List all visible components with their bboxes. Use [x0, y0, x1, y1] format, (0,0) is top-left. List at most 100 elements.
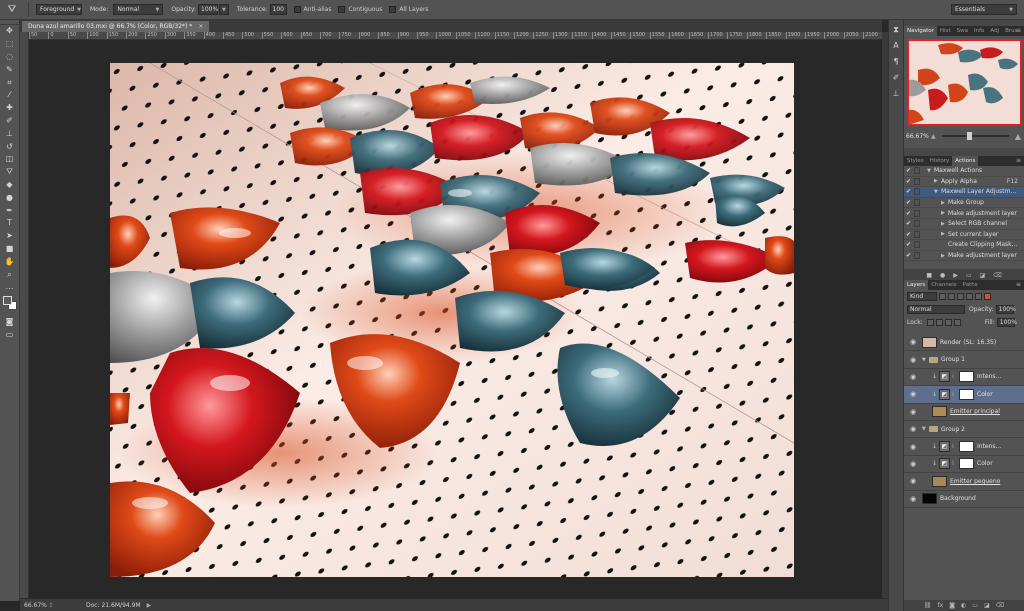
eye-icon[interactable]: ◉: [904, 443, 922, 451]
adjustment-layer-icon[interactable]: ◩: [939, 458, 950, 470]
checkmark-icon[interactable]: ✔: [904, 167, 913, 174]
checkmark-icon[interactable]: ✔: [904, 210, 913, 217]
color-swatches-icon[interactable]: [0, 294, 19, 316]
layer-row[interactable]: ◉ Emitter principal: [904, 404, 1024, 421]
layer-row[interactable]: ◉ Render (SL: 16.35): [904, 334, 1024, 352]
dialog-toggle-box[interactable]: [914, 220, 920, 228]
zoom-in-icon[interactable]: ▲: [1015, 132, 1021, 141]
new-action-icon[interactable]: ◪: [980, 272, 986, 279]
panel-menu-icon[interactable]: ≡: [1016, 157, 1021, 164]
layer-mask-thumbnail[interactable]: [959, 371, 974, 383]
shape-icon[interactable]: ■: [0, 243, 19, 256]
trash-icon[interactable]: ⌫: [993, 272, 1001, 279]
twirl-icon[interactable]: ▼: [922, 426, 929, 432]
layer-name[interactable]: Emitter principal: [950, 408, 1000, 415]
new-group-icon[interactable]: ▭: [972, 602, 978, 609]
checkmark-icon[interactable]: ✔: [904, 252, 913, 259]
layer-mask-thumbnail[interactable]: [959, 388, 974, 400]
layer-mask-thumbnail[interactable]: [959, 441, 974, 453]
eye-icon[interactable]: ◉: [904, 425, 922, 433]
action-row[interactable]: ✔ ▶ Select RGB channel: [904, 219, 1024, 230]
document-tab[interactable]: Duna azul amarillo 03.mxi @ 66.7% (Color…: [22, 21, 210, 32]
eye-icon[interactable]: ◉: [904, 390, 922, 398]
link-icon[interactable]: ⁞: [952, 391, 958, 398]
adjustment-layer-icon[interactable]: ◩: [939, 371, 950, 383]
brush-presets-icon[interactable]: ✐: [889, 71, 903, 84]
panel-tab[interactable]: Adj: [987, 26, 1002, 36]
twirl-icon[interactable]: ▶: [941, 200, 948, 206]
checkmark-icon[interactable]: ✔: [904, 188, 913, 195]
new-set-icon[interactable]: ▭: [966, 272, 972, 279]
checkmark-icon[interactable]: ✔: [904, 178, 913, 185]
eye-icon[interactable]: ◉: [904, 408, 922, 416]
close-icon[interactable]: ×: [198, 23, 203, 30]
layer-name[interactable]: Color: [977, 391, 993, 398]
character-panel-icon[interactable]: A: [889, 39, 903, 52]
twirl-icon[interactable]: ▶: [941, 231, 948, 237]
twirl-icon[interactable]: ▼: [927, 168, 934, 174]
new-adjustment-icon[interactable]: ◐: [961, 602, 966, 609]
fill-source-dropdown[interactable]: Foreground ▼: [36, 4, 82, 15]
dialog-toggle-box[interactable]: [914, 177, 920, 185]
layer-row[interactable]: ◉ ↓ ◩ ⁞ Color: [904, 456, 1024, 474]
action-row[interactable]: ✔ ▶ Make adjustment layer: [904, 251, 1024, 262]
panel-tab[interactable]: Channels: [928, 280, 959, 290]
eye-icon[interactable]: ◉: [904, 373, 922, 381]
action-row[interactable]: ✔ Create Clipping Mask...: [904, 240, 1024, 251]
mode-dropdown[interactable]: Normal ▼: [113, 4, 164, 15]
tolerance-input[interactable]: 100: [269, 4, 287, 15]
action-row[interactable]: ✔ ▶ Make Group: [904, 198, 1024, 209]
filter-smart-icon[interactable]: [975, 293, 982, 300]
panel-tab[interactable]: Layers: [904, 280, 929, 290]
action-row[interactable]: ✔ ▶ Set current layer: [904, 230, 1024, 241]
filter-pixel-icon[interactable]: [939, 293, 946, 300]
layer-row[interactable]: ◉ ▼ Group 1: [904, 351, 1024, 369]
layer-row[interactable]: ◉ ↓ ◩ ⁞ Color: [904, 386, 1024, 404]
status-zoom-value[interactable]: 66.67%: [20, 602, 47, 609]
layer-row[interactable]: ◉ Emitter pequeno: [904, 473, 1024, 491]
layer-row[interactable]: ◉ ↓ ◩ ⁞ Intens...: [904, 438, 1024, 456]
eye-icon[interactable]: ◉: [904, 338, 922, 346]
chevron-right-icon[interactable]: ▶: [147, 602, 152, 609]
twirl-icon[interactable]: ▶: [941, 210, 948, 216]
eye-icon[interactable]: ◉: [904, 495, 922, 503]
eye-icon[interactable]: ◉: [904, 356, 922, 364]
twirl-icon[interactable]: ▶: [934, 178, 941, 184]
quick-mask-icon[interactable]: ◙: [0, 316, 19, 329]
paint-bucket-icon[interactable]: ⛛: [0, 166, 19, 179]
layer-opacity-input[interactable]: 100%: [995, 305, 1016, 314]
type-icon[interactable]: T: [0, 217, 19, 230]
dialog-toggle-box[interactable]: [914, 252, 920, 260]
lock-position-icon[interactable]: [944, 319, 952, 326]
layer-thumbnail[interactable]: [922, 336, 937, 348]
crop-icon[interactable]: ⌗: [0, 76, 19, 89]
filter-shape-icon[interactable]: [966, 293, 973, 300]
stamp-icon[interactable]: ⊥: [0, 127, 19, 140]
new-layer-icon[interactable]: ◪: [984, 602, 990, 609]
hand-icon[interactable]: ✋: [0, 255, 19, 268]
dialog-toggle-box[interactable]: [914, 209, 920, 217]
contiguous-checkbox[interactable]: [338, 6, 346, 13]
panel-tab[interactable]: Paths: [960, 280, 981, 290]
dialog-toggle-box[interactable]: [914, 230, 920, 238]
action-row[interactable]: ✔ ▶ Apply Alpha F12: [904, 177, 1024, 188]
twirl-icon[interactable]: ▶: [941, 253, 948, 259]
layer-thumbnail[interactable]: [932, 475, 947, 487]
action-row[interactable]: ✔ ▼ Maxwell Layer Adjustm...: [904, 187, 1024, 198]
history-panel-icon[interactable]: ⧗: [889, 23, 903, 36]
layer-mask-thumbnail[interactable]: [959, 458, 974, 470]
move-icon[interactable]: ✥: [0, 25, 19, 38]
panel-tab[interactable]: History: [927, 156, 953, 166]
filter-adjust-icon[interactable]: [948, 293, 955, 300]
layer-name[interactable]: Background: [940, 495, 976, 502]
panel-tab[interactable]: Swa: [954, 26, 971, 36]
screen-mode-icon[interactable]: ▭: [0, 329, 19, 342]
layer-name[interactable]: Group 2: [941, 426, 965, 433]
link-icon[interactable]: ⁞: [952, 373, 958, 380]
quick-select-icon[interactable]: ✎: [0, 63, 19, 76]
adjustment-layer-icon[interactable]: ◩: [939, 441, 950, 453]
layer-thumbnail[interactable]: [932, 406, 947, 418]
checkmark-icon[interactable]: ✔: [904, 241, 913, 248]
anti-alias-checkbox[interactable]: [293, 6, 301, 13]
stop-icon[interactable]: ■: [926, 272, 932, 279]
